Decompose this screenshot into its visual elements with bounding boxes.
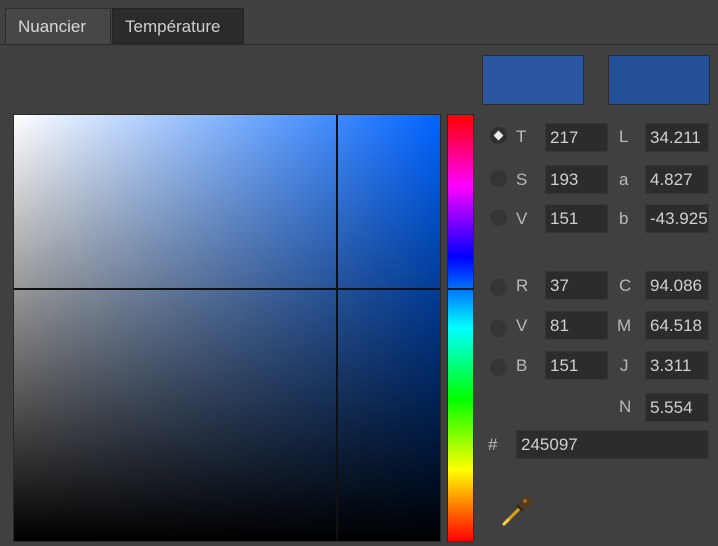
- lab-l-field[interactable]: 34.211: [645, 123, 709, 152]
- saturation-value-square[interactable]: [13, 114, 441, 542]
- label-value: V: [516, 209, 528, 228]
- label-lab-l: L: [619, 127, 629, 146]
- hex-field[interactable]: 245097: [516, 430, 709, 459]
- tab-nuancier[interactable]: Nuancier: [5, 8, 111, 46]
- eyedropper-icon-svg: [502, 497, 531, 526]
- label-lab-b: b: [619, 209, 629, 228]
- current-color-swatch[interactable]: [608, 55, 710, 105]
- sv-crosshair-vertical: [336, 115, 338, 541]
- label-red: R: [516, 276, 529, 295]
- green-field[interactable]: 81: [545, 311, 608, 340]
- label-lab-a: a: [619, 170, 629, 189]
- tab-temperature[interactable]: Température: [112, 8, 244, 44]
- previous-color-swatch[interactable]: [482, 55, 584, 105]
- radio-green[interactable]: [490, 320, 507, 337]
- radio-saturation[interactable]: [490, 170, 507, 187]
- radio-value[interactable]: [490, 209, 507, 226]
- lab-b-field[interactable]: -43.925: [645, 204, 709, 233]
- hue-slider-marker[interactable]: [448, 288, 473, 290]
- black-field[interactable]: 5.554: [645, 393, 709, 422]
- magenta-field[interactable]: 64.518: [645, 311, 709, 340]
- hue-slider[interactable]: [447, 114, 474, 542]
- saturation-field[interactable]: 193: [545, 165, 608, 194]
- eyedropper-icon[interactable]: [500, 494, 534, 528]
- value-field[interactable]: 151: [545, 204, 608, 233]
- label-hue: T: [516, 127, 527, 146]
- label-green: V: [516, 316, 528, 335]
- lab-a-field[interactable]: 4.827: [645, 165, 709, 194]
- red-field[interactable]: 37: [545, 271, 608, 300]
- radio-blue[interactable]: [490, 359, 507, 376]
- hue-field[interactable]: 217: [545, 123, 608, 152]
- label-saturation: S: [516, 170, 528, 189]
- blue-field[interactable]: 151: [545, 351, 608, 380]
- tab-bar: Nuancier Température: [0, 0, 718, 46]
- cyan-field[interactable]: 94.086: [645, 271, 709, 300]
- radio-hue[interactable]: [490, 127, 507, 144]
- label-black: N: [619, 397, 632, 416]
- radio-red[interactable]: [490, 279, 507, 296]
- yellow-field[interactable]: 3.311: [645, 351, 709, 380]
- label-magenta: M: [617, 316, 632, 335]
- label-hex: #: [488, 435, 498, 454]
- label-cyan: C: [619, 276, 632, 295]
- sv-crosshair-horizontal: [14, 288, 440, 290]
- label-yellow: J: [620, 356, 629, 375]
- label-blue: B: [516, 356, 528, 375]
